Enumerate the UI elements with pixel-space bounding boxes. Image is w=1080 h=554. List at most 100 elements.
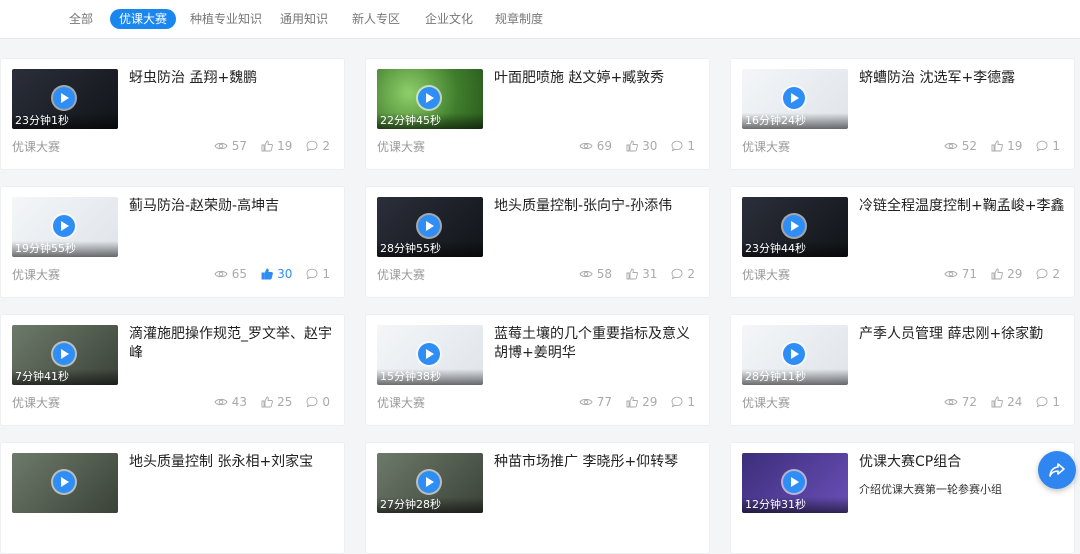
play-icon[interactable]: [53, 215, 75, 237]
play-icon[interactable]: [783, 343, 805, 365]
comment-button[interactable]: 2: [1036, 267, 1060, 281]
video-thumbnail[interactable]: 12分钟31秒: [742, 453, 848, 513]
comment-button[interactable]: 1: [671, 139, 695, 153]
comment-button[interactable]: 2: [671, 267, 695, 281]
video-thumbnail[interactable]: 27分钟28秒: [377, 453, 483, 513]
like-button[interactable]: 29: [991, 267, 1022, 281]
video-thumbnail[interactable]: [12, 453, 118, 513]
like-button[interactable]: 31: [626, 267, 657, 281]
course-title[interactable]: 蓝莓土壤的几个重要指标及意义 胡博+姜明华: [494, 325, 704, 363]
share-button[interactable]: [1038, 451, 1076, 489]
play-icon[interactable]: [783, 215, 805, 237]
play-icon[interactable]: [53, 343, 75, 365]
course-card[interactable]: 28分钟11秒 产季人员管理 薛忠刚+徐家勤优课大赛 72 24 1: [730, 314, 1075, 426]
comment-icon: [671, 268, 683, 280]
comment-button[interactable]: 1: [1036, 395, 1060, 409]
course-title[interactable]: 蚜虫防治 孟翔+魏鹏: [129, 69, 339, 88]
video-thumbnail[interactable]: 16分钟24秒: [742, 69, 848, 129]
tab-2[interactable]: 种植专业知识: [181, 9, 271, 29]
course-title[interactable]: 叶面肥喷施 赵文婷+臧敦秀: [494, 69, 704, 88]
comment-button[interactable]: 1: [306, 267, 330, 281]
course-stats: 58 31 2: [565, 267, 695, 281]
course-title[interactable]: 滴灌施肥操作规范_罗文举、赵宇峰: [129, 325, 339, 363]
course-title[interactable]: 地头质量控制-张向宁-孙添伟: [494, 197, 704, 216]
course-card[interactable]: 19分钟55秒 蓟马防治-赵荣勋-高坤吉 优课大赛 65 30 1: [0, 186, 345, 298]
comments-value: 1: [687, 395, 695, 409]
like-button[interactable]: 24: [991, 395, 1022, 409]
course-stats: 71 29 2: [930, 267, 1060, 281]
course-card[interactable]: 12分钟31秒 优课大赛CP组合 介绍优课大赛第一轮参赛小组: [730, 442, 1075, 554]
like-button[interactable]: 19: [991, 139, 1022, 153]
course-card[interactable]: 28分钟55秒 地头质量控制-张向宁-孙添伟 优课大赛 58 31 2: [365, 186, 710, 298]
course-tag: 优课大赛: [742, 396, 791, 410]
course-stats: 72 24 1: [930, 395, 1060, 409]
like-button[interactable]: 30: [626, 139, 657, 153]
views-icon: [944, 270, 958, 278]
course-card[interactable]: 15分钟38秒 蓝莓土壤的几个重要指标及意义 胡博+姜明华 优课大赛 77 29 1: [365, 314, 710, 426]
likes-value: 30: [642, 139, 658, 153]
views-count: 71: [944, 267, 977, 281]
like-button[interactable]: 19: [261, 139, 292, 153]
play-icon[interactable]: [783, 471, 805, 493]
comment-button[interactable]: 0: [306, 395, 330, 409]
likes-value: 24: [1007, 395, 1023, 409]
video-thumbnail[interactable]: 22分钟45秒: [377, 69, 483, 129]
video-thumbnail[interactable]: 28分钟55秒: [377, 197, 483, 257]
comment-button[interactable]: 2: [306, 139, 330, 153]
course-card[interactable]: 7分钟41秒 滴灌施肥操作规范_罗文举、赵宇峰 优课大赛 43 25 0: [0, 314, 345, 426]
like-icon: [626, 396, 638, 408]
tab-0[interactable]: 全部: [60, 9, 102, 29]
views-count: 72: [944, 395, 977, 409]
video-duration: 19分钟55秒: [12, 241, 118, 257]
video-thumbnail[interactable]: 15分钟38秒: [377, 325, 483, 385]
play-icon[interactable]: [418, 343, 440, 365]
course-subtitle: 介绍优课大赛第一轮参赛小组: [859, 483, 1002, 496]
comment-icon: [671, 140, 683, 152]
tab-6[interactable]: 规章制度: [486, 9, 552, 29]
views-count: 57: [214, 139, 247, 153]
views-count: 77: [579, 395, 612, 409]
play-icon[interactable]: [418, 87, 440, 109]
comments-value: 1: [1052, 395, 1060, 409]
course-title[interactable]: 产季人员管理 薛忠刚+徐家勤: [859, 325, 1069, 344]
share-icon: [1049, 463, 1065, 477]
tab-1[interactable]: 优课大赛: [110, 9, 177, 29]
views-icon: [579, 398, 593, 406]
play-icon[interactable]: [53, 471, 75, 493]
play-icon[interactable]: [418, 471, 440, 493]
like-button[interactable]: 29: [626, 395, 657, 409]
tab-5[interactable]: 企业文化: [416, 9, 482, 29]
video-duration: 23分钟1秒: [12, 113, 118, 129]
course-title[interactable]: 蓟马防治-赵荣勋-高坤吉: [129, 197, 339, 216]
play-icon[interactable]: [783, 87, 805, 109]
comments-value: 1: [687, 139, 695, 153]
course-title[interactable]: 冷链全程温度控制+鞠孟峻+李鑫: [859, 197, 1069, 216]
course-card[interactable]: 27分钟28秒 种苗市场推广 李晓彤+仰转琴: [365, 442, 710, 554]
video-thumbnail[interactable]: 28分钟11秒: [742, 325, 848, 385]
video-thumbnail[interactable]: 23分钟1秒: [12, 69, 118, 129]
course-title[interactable]: 地头质量控制 张永相+刘家宝: [129, 453, 339, 472]
comment-button[interactable]: 1: [671, 395, 695, 409]
comment-icon: [306, 140, 318, 152]
video-thumbnail[interactable]: 19分钟55秒: [12, 197, 118, 257]
course-title[interactable]: 蛴螬防治 沈选军+李德露: [859, 69, 1069, 88]
video-thumbnail[interactable]: 7分钟41秒: [12, 325, 118, 385]
course-card[interactable]: 23分钟1秒 蚜虫防治 孟翔+魏鹏 优课大赛 57 19 2: [0, 58, 345, 170]
course-card[interactable]: 地头质量控制 张永相+刘家宝: [0, 442, 345, 554]
play-icon[interactable]: [53, 87, 75, 109]
comments-value: 1: [1052, 139, 1060, 153]
play-icon[interactable]: [418, 215, 440, 237]
like-button[interactable]: 30: [261, 267, 292, 281]
views-icon: [214, 398, 228, 406]
video-duration: 7分钟41秒: [12, 369, 118, 385]
tab-4[interactable]: 新人专区: [343, 9, 409, 29]
course-card[interactable]: 16分钟24秒 蛴螬防治 沈选军+李德露 优课大赛 52 19 1: [730, 58, 1075, 170]
video-thumbnail[interactable]: 23分钟44秒: [742, 197, 848, 257]
course-card[interactable]: 23分钟44秒 冷链全程温度控制+鞠孟峻+李鑫 优课大赛 71 29 2: [730, 186, 1075, 298]
like-button[interactable]: 25: [261, 395, 292, 409]
course-title[interactable]: 种苗市场推广 李晓彤+仰转琴: [494, 453, 704, 472]
tab-3[interactable]: 通用知识: [271, 9, 337, 29]
like-icon: [991, 396, 1003, 408]
course-card[interactable]: 22分钟45秒 叶面肥喷施 赵文婷+臧敦秀 优课大赛 69 30 1: [365, 58, 710, 170]
comment-button[interactable]: 1: [1036, 139, 1060, 153]
